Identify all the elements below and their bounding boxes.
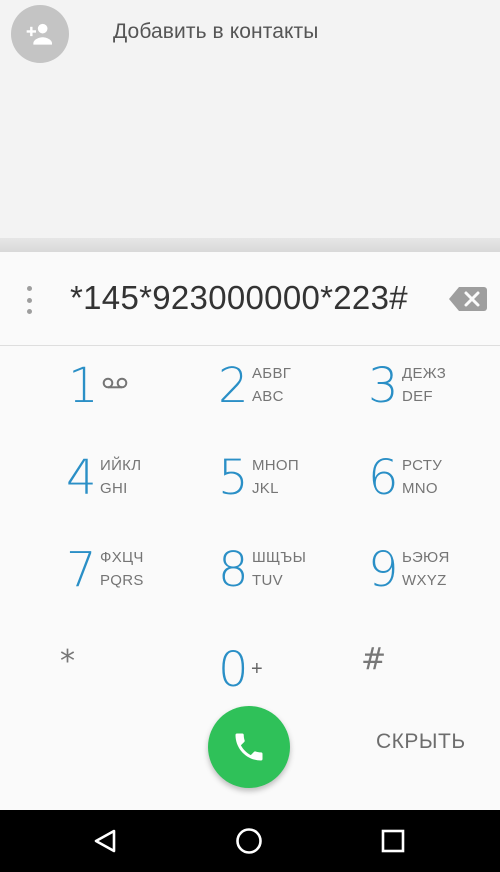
- person-add-icon: [11, 5, 69, 63]
- letters-ru: ДЕЖЗ: [402, 365, 447, 382]
- letters-en: JKL: [252, 480, 279, 497]
- key-digit: 2: [218, 358, 249, 414]
- key-1[interactable]: 1: [68, 358, 228, 428]
- key-8[interactable]: 8 ШЩЪЫ TUV: [218, 542, 378, 612]
- key-letters: МНОП JKL: [252, 454, 299, 500]
- key-9[interactable]: 9 ЬЭЮЯ WXYZ: [368, 542, 500, 612]
- key-digit: 6: [368, 450, 399, 506]
- letters-ru: РСТУ: [402, 457, 443, 474]
- sheet-shadow: [0, 238, 500, 252]
- key-7[interactable]: 7 ФХЦЧ PQRS: [66, 542, 226, 612]
- key-5[interactable]: 5 МНОП JKL: [218, 450, 378, 520]
- key-digit: 1: [68, 358, 99, 414]
- recents-square-icon[interactable]: [378, 826, 408, 856]
- more-vert-icon[interactable]: [22, 286, 36, 314]
- letters-en: PQRS: [100, 572, 144, 589]
- key-letters: РСТУ MNO: [402, 454, 442, 500]
- home-circle-icon[interactable]: [234, 826, 264, 856]
- key-digit: 5: [218, 450, 249, 506]
- key-digit: 3: [368, 358, 399, 414]
- letters-en: GHI: [100, 480, 128, 497]
- key-digit: 0: [218, 642, 249, 698]
- key-hash[interactable]: #: [361, 642, 386, 677]
- key-letters: ФХЦЧ PQRS: [100, 546, 144, 592]
- key-4[interactable]: 4 ИЙКЛ GHI: [66, 450, 226, 520]
- key-letters: АБВГ ABC: [252, 362, 291, 408]
- digits-row: *145*923000000*223#: [0, 252, 500, 346]
- hide-button[interactable]: СКРЫТЬ: [376, 730, 466, 754]
- voicemail-icon: [102, 376, 128, 395]
- key-digit: 7: [66, 542, 97, 598]
- add-contact-row[interactable]: Добавить в контакты: [0, 0, 500, 66]
- letters-en: TUV: [252, 572, 283, 589]
- key-2[interactable]: 2 АБВГ ABC: [218, 358, 378, 428]
- key-star[interactable]: *: [60, 644, 75, 679]
- key-digit: 9: [368, 542, 399, 598]
- phone-icon: [235, 733, 263, 761]
- letters-ru: ЬЭЮЯ: [402, 549, 450, 566]
- letters-en: MNO: [402, 480, 438, 497]
- dialed-number-field[interactable]: *145*923000000*223#: [70, 276, 440, 320]
- letters-en: DEF: [402, 388, 433, 405]
- key-digit: 8: [218, 542, 249, 598]
- back-triangle-icon[interactable]: [90, 826, 120, 856]
- key-letters: ЬЭЮЯ WXYZ: [402, 546, 450, 592]
- key-plus-label: +: [251, 658, 263, 680]
- letters-en: WXYZ: [402, 572, 447, 589]
- backspace-icon[interactable]: [448, 285, 488, 313]
- key-letters: ДЕЖЗ DEF: [402, 362, 446, 408]
- letters-en: ABC: [252, 388, 284, 405]
- add-contact-label: Добавить в контакты: [113, 20, 319, 43]
- letters-ru: ФХЦЧ: [100, 549, 144, 566]
- call-button[interactable]: [208, 706, 290, 788]
- top-area: Добавить в контакты: [0, 0, 500, 242]
- key-0[interactable]: 0 +: [218, 642, 378, 712]
- key-3[interactable]: 3 ДЕЖЗ DEF: [368, 358, 500, 428]
- letters-ru: АБВГ: [252, 365, 292, 382]
- key-letters: ИЙКЛ GHI: [100, 454, 141, 500]
- letters-ru: ИЙКЛ: [100, 457, 142, 474]
- letters-ru: МНОП: [252, 457, 299, 474]
- letters-ru: ШЩЪЫ: [252, 549, 307, 566]
- key-letters: ШЩЪЫ TUV: [252, 546, 306, 592]
- key-digit: 4: [66, 450, 97, 506]
- nav-bar: [0, 810, 500, 872]
- key-6[interactable]: 6 РСТУ MNO: [368, 450, 500, 520]
